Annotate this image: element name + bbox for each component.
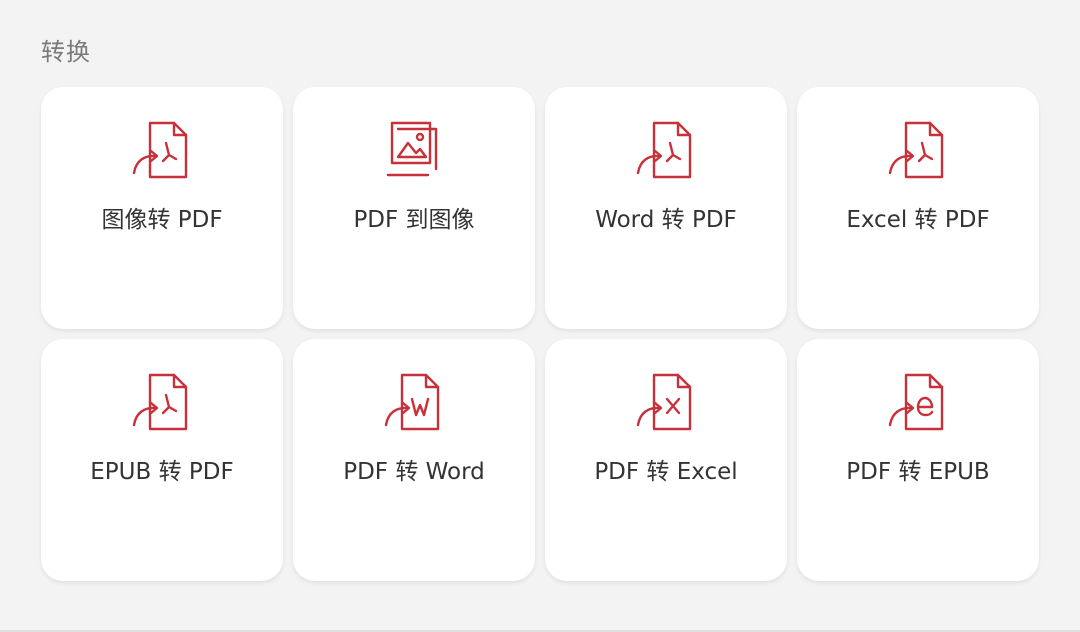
tile-label: PDF 到图像 [353,207,475,233]
tile-epub-to-pdf[interactable]: EPUB 转 PDF [41,339,283,581]
excel-to-pdf-icon [886,117,950,185]
pdf-to-epub-icon [886,369,950,437]
word-to-pdf-icon [634,117,698,185]
tile-label: PDF 转 EPUB [846,459,990,485]
tile-pdf-to-image[interactable]: PDF 到图像 [293,87,535,329]
tile-label: PDF 转 Excel [594,459,738,485]
section-title: 转换 [41,38,91,66]
tile-label: Excel 转 PDF [846,207,990,233]
tile-word-to-pdf[interactable]: Word 转 PDF [545,87,787,329]
tile-label: PDF 转 Word [343,459,485,485]
tile-excel-to-pdf[interactable]: Excel 转 PDF [797,87,1039,329]
pdf-to-image-icon [382,117,446,185]
pdf-to-excel-icon [634,369,698,437]
tile-pdf-to-excel[interactable]: PDF 转 Excel [545,339,787,581]
tile-image-to-pdf[interactable]: 图像转 PDF [41,87,283,329]
tile-pdf-to-word[interactable]: PDF 转 Word [293,339,535,581]
tile-label: 图像转 PDF [101,207,223,233]
pdf-to-word-icon [382,369,446,437]
tile-label: EPUB 转 PDF [90,459,234,485]
tile-pdf-to-epub[interactable]: PDF 转 EPUB [797,339,1039,581]
tile-label: Word 转 PDF [595,207,737,233]
conversion-grid: 图像转 PDF PDF 到图像 Word 转 PDF Excel 转 PDF E… [41,87,1039,581]
epub-to-pdf-icon [130,369,194,437]
image-to-pdf-icon [130,117,194,185]
